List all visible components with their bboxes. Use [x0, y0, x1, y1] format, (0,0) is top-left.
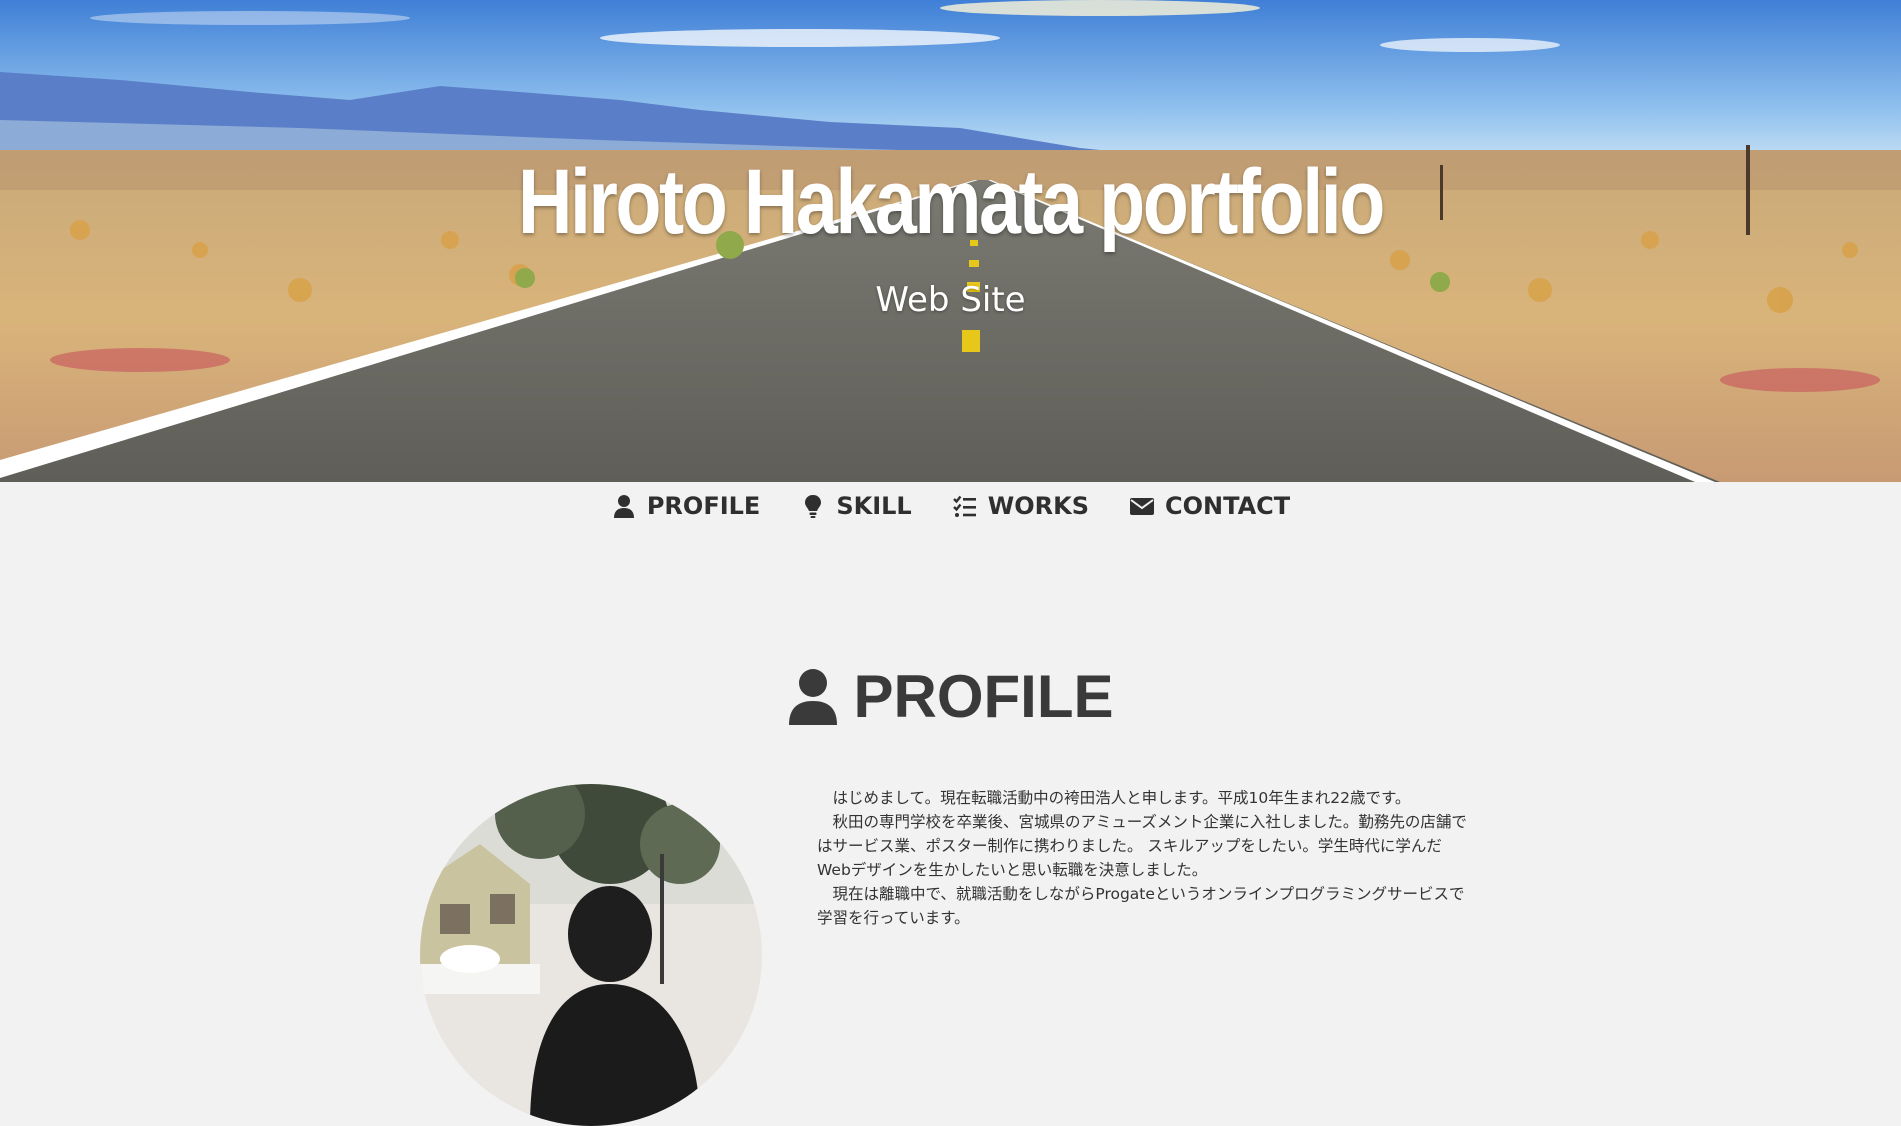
- nav-item-profile[interactable]: PROFILE: [611, 492, 760, 520]
- site-title: Hiroto Hakamata portfolio: [518, 151, 1385, 253]
- nav-item-label: PROFILE: [646, 492, 761, 520]
- profile-photo-image: [420, 784, 762, 1126]
- profile-paragraph: 秋田の専門学校を卒業後、宮城県のアミューズメント企業に入社しました。勤務先の店舗…: [817, 813, 1467, 879]
- nav-item-works[interactable]: WORKS: [952, 492, 1089, 520]
- profile-photo: [420, 784, 762, 1126]
- user-icon: [613, 495, 634, 518]
- nav-item-contact[interactable]: CONTACT: [1129, 492, 1290, 520]
- main-nav: PROFILE SKILL WORKS CONTACT: [0, 482, 1901, 530]
- nav-item-label: SKILL: [836, 492, 912, 520]
- site-subtitle: Web Site: [875, 280, 1026, 320]
- user-icon: [789, 668, 838, 725]
- nav-item-label: CONTACT: [1164, 492, 1291, 520]
- profile-heading: PROFILE: [0, 662, 1901, 731]
- profile-paragraph: 現在は離職中で、就職活動をしながらProgateというオンラインプログラミングサ…: [817, 885, 1465, 927]
- section-title: PROFILE: [853, 663, 1114, 730]
- envelope-icon: [1129, 498, 1154, 515]
- nav-item-skill[interactable]: SKILL: [800, 492, 912, 520]
- lightbulb-icon: [805, 495, 822, 518]
- profile-description: はじめまして。現在転職活動中の袴田浩人と申します。平成10年生まれ22歳です。 …: [817, 786, 1467, 930]
- profile-paragraph: はじめまして。現在転職活動中の袴田浩人と申します。平成10年生まれ22歳です。: [817, 789, 1411, 807]
- hero-banner: Hiroto Hakamata portfolio Web Site: [0, 0, 1901, 482]
- tasks-icon: [952, 495, 976, 517]
- nav-item-label: WORKS: [987, 492, 1089, 520]
